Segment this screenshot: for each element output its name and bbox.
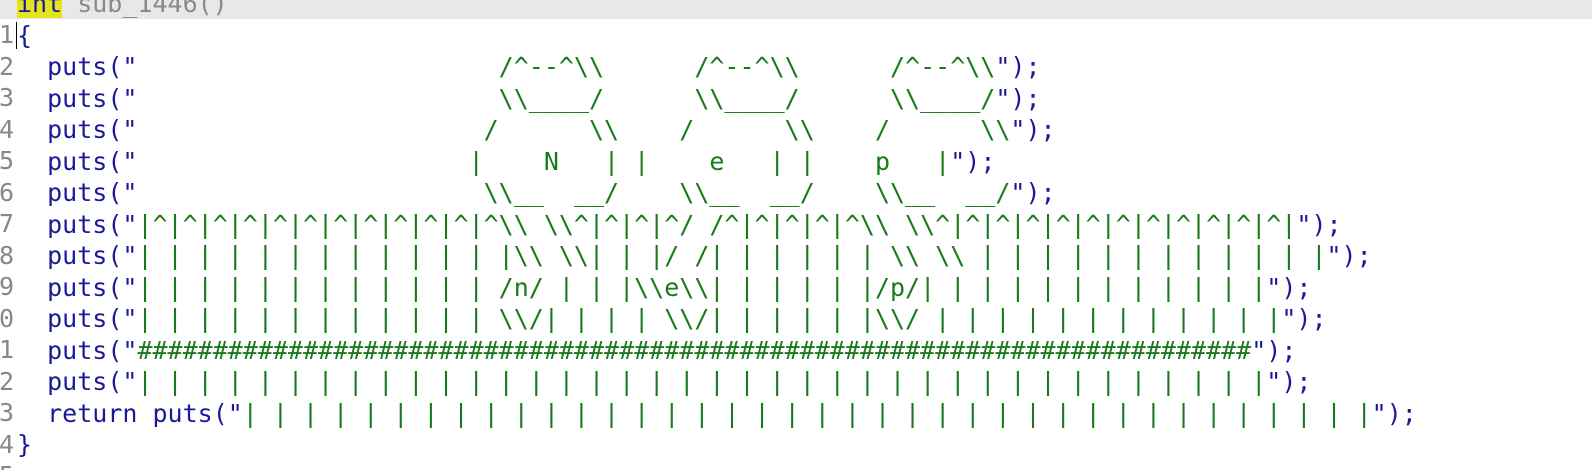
string-literal: /^--^\\ /^--^\\ /^--^\\: [137, 52, 996, 81]
pseudocode-editor[interactable]: 1 int sub_1446() 2 { 3 puts(" /^--^\\ /^…: [0, 0, 1592, 470]
code-line-5[interactable]: 5 puts(" / \\ / \\ / \\");: [0, 114, 1592, 175]
puts-call[interactable]: puts: [47, 210, 107, 239]
string-literal: ########################################…: [137, 336, 1252, 365]
code-line-10[interactable]: 10 puts("| | | | | | | | | | | | /n/ | |…: [0, 272, 1592, 333]
string-literal: | | | | | | | | | | | | \\/| | | | \\/| …: [137, 304, 1282, 333]
code-line-13[interactable]: 13 puts("| | | | | | | | | | | | | | | |…: [0, 366, 1592, 427]
code-line-8[interactable]: 8 puts("|^|^|^|^|^|^|^|^|^|^|^|^\\ \\^|^…: [0, 209, 1592, 270]
string-literal: / \\ / \\ / \\: [137, 115, 1011, 144]
string-literal: | N | | e | | p |: [137, 147, 951, 176]
code-line-9[interactable]: 9 puts("| | | | | | | | | | | | |\\ \\| …: [0, 240, 1592, 301]
code-line-14[interactable]: 14 return puts("| | | | | | | | | | | | …: [0, 398, 1592, 459]
puts-call[interactable]: puts: [47, 147, 107, 176]
code-line-7[interactable]: 7 puts(" \\__ __/ \\__ __/ \\__ __/");: [0, 177, 1592, 238]
string-literal: \\____/ \\____/ \\____/: [137, 84, 996, 113]
puts-call[interactable]: puts: [47, 84, 107, 113]
code-line-15[interactable]: 15 }: [0, 429, 1592, 470]
code-line-6[interactable]: 6 puts(" | N | | e | | p |");: [0, 146, 1592, 207]
puts-call[interactable]: puts: [47, 52, 107, 81]
code-line-4[interactable]: 4 puts(" \\____/ \\____/ \\____/");: [0, 83, 1592, 144]
code-line-12[interactable]: 12 puts("###############################…: [0, 335, 1592, 396]
puts-call[interactable]: puts: [47, 336, 107, 365]
return-keyword: return: [47, 399, 138, 428]
puts-call[interactable]: puts: [137, 399, 212, 428]
keyword-int[interactable]: int: [17, 0, 63, 18]
string-literal: | | | | | | | | | | | | /n/ | | |\\e\\| …: [137, 273, 1267, 302]
function-signature[interactable]: sub_1446(): [62, 0, 228, 18]
puts-call[interactable]: puts: [47, 367, 107, 396]
code-line-1[interactable]: 1 int sub_1446(): [0, 0, 1592, 49]
puts-call[interactable]: puts: [47, 273, 107, 302]
code-line-2[interactable]: 2 {: [0, 20, 1592, 81]
puts-call[interactable]: puts: [47, 115, 107, 144]
string-literal: | | | | | | | | | | | | | | | | | | | | …: [242, 399, 1372, 428]
string-literal: | | | | | | | | | | | | |\\ \\| | |/ /| …: [137, 241, 1327, 270]
code-line-11[interactable]: 11 puts("| | | | | | | | | | | | \\/| | …: [0, 303, 1592, 364]
close-brace: }: [17, 430, 33, 459]
line-number: 15: [0, 460, 14, 470]
puts-call[interactable]: puts: [47, 178, 107, 207]
string-literal: |^|^|^|^|^|^|^|^|^|^|^|^\\ \\^|^|^|^/ /^…: [137, 210, 1297, 239]
puts-call[interactable]: puts: [47, 241, 107, 270]
code-line-3[interactable]: 3 puts(" /^--^\\ /^--^\\ /^--^\\");: [0, 51, 1592, 112]
string-literal: | | | | | | | | | | | | | | | | | | | | …: [137, 367, 1267, 396]
puts-call[interactable]: puts: [47, 304, 107, 333]
open-brace: {: [17, 21, 33, 50]
string-literal: \\__ __/ \\__ __/ \\__ __/: [137, 178, 1011, 207]
